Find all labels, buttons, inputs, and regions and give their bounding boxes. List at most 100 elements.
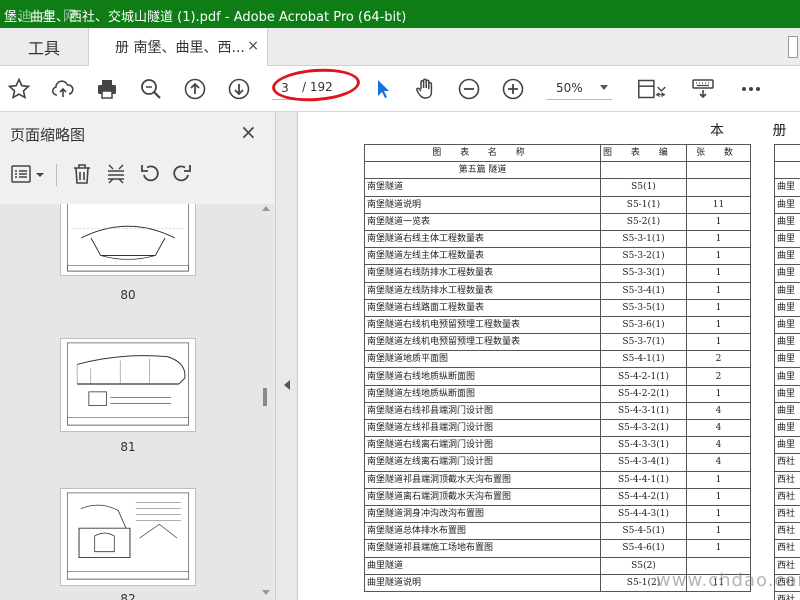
zoom-in-icon[interactable] [500,76,526,102]
table-row: 南堡隧道离石端洞顶截水天沟布置图 S5-4-4-2(1) 1 [364,487,751,506]
table-row: 西社 [774,590,800,600]
thumbnail-options-icon[interactable] [10,162,46,186]
scroll-down-arrow-icon[interactable] [262,590,270,595]
row-title: 西社 [774,470,800,489]
title-bar: 堡、曲里、西社、交城山隧道 (1).pdf - Adobe Acrobat Pr… [0,0,800,28]
table-row: 南堡隧道右线祁县端洞门设计图 S5-4-3-1(1) 4 [364,401,751,421]
extract-page-icon[interactable] [104,162,128,186]
row-count: 1 [686,522,751,541]
row-title: 南堡隧道右线离石端洞门设计图 [364,436,601,455]
table-row: 南堡隧道一览表 S5-2(1) 1 [364,212,751,231]
table-row: 南堡隧道左线祁县端洞门设计图 S5-4-3-2(1) 4 [364,418,751,438]
arrow-up-icon[interactable] [182,76,208,102]
row-code: S5-2(1) [600,212,687,231]
row-code: S5-3-7(1) [600,333,687,352]
page-thumbnail[interactable] [60,338,196,432]
scroll-up-arrow-icon[interactable] [262,206,270,211]
row-title: 曲里 [774,350,800,369]
row-title: 西社 [774,504,800,524]
row-title: 南堡隧道地质平面图 [364,350,601,369]
row-title: 曲里 [774,195,800,214]
document-view[interactable]: 本 册 目 图 表 名 称 图 表 编 号 张 数 第五篇 隧道 南堡隧道S5(… [298,112,800,600]
row-code: S5-4-2-1(1) [600,367,687,386]
thumbnail-panel: 页面缩略图 × 80 81 82 [0,112,276,600]
watermark-logo: 迪 本 网 [18,9,79,25]
print-icon[interactable] [94,76,120,102]
row-title: 西社 [774,453,800,472]
row-title: 南堡隧道洞身冲沟改沟布置图 [364,504,601,524]
table-row: 南堡隧道右线主体工程数量表 S5-3-1(1) 1 [364,229,751,249]
close-tab-button[interactable]: × [247,38,259,54]
row-code: S5-4-4-2(1) [600,487,687,506]
table-header: 图 表 编 号 [600,143,687,163]
thumbnail-page-number: 81 [120,440,136,454]
table-header: 图 表 名 称 [364,143,601,163]
rotate-left-icon[interactable] [138,162,162,186]
star-icon[interactable] [6,76,32,102]
row-count: 2 [686,350,751,369]
row-title: 南堡隧道右线祁县端洞门设计图 [364,401,601,421]
row-count: 1 [686,229,751,249]
row-title: 南堡隧道左线地质纵断面图 [364,384,601,403]
table-row: 西社 [774,504,800,524]
tab-tools[interactable]: 工具 [0,28,88,66]
page-thumbnail[interactable] [60,204,196,276]
row-title: 西社 [774,487,800,506]
panel-collapse-strip[interactable] [276,112,298,600]
row-code: S5-1(1) [600,195,687,214]
table-row: 南堡隧道右线路面工程数量表 S5-3-5(1) 1 [364,298,751,317]
page-fit-icon[interactable] [634,76,670,102]
next-page-partial-table: 曲里 曲里 曲里 曲里 曲里 曲里 曲里 曲里 曲里 曲里 曲里 曲里 曲里 曲里 曲里 曲里 西社 西社 西社 西社… [774,143,800,600]
rotate-right-icon[interactable] [170,162,194,186]
row-count: 1 [686,281,751,300]
tab-document[interactable]: 册 南堡、曲里、西... × [88,28,268,66]
row-code: S5-3-1(1) [600,229,687,249]
table-row: 曲里 [774,281,800,300]
row-count: 1 [686,247,751,266]
zoom-select[interactable]: 50% [546,78,612,100]
pointer-icon[interactable] [370,76,396,102]
row-title: 南堡隧道祁县端洞顶截水天沟布置图 [364,470,601,489]
table-row: 南堡隧道右线机电预留预埋工程数量表 S5-3-6(1) 1 [364,315,751,335]
row-title: 西社 [774,590,800,600]
thumbnail-list: 80 81 82 [0,204,258,600]
thumbnail-scrollbar[interactable] [258,204,274,600]
cloud-upload-icon[interactable] [50,76,76,102]
row-count: 1 [686,384,751,403]
row-count: 4 [686,401,751,421]
more-icon[interactable] [738,76,764,102]
table-row: 南堡隧道左线地质纵断面图 S5-4-2-2(1) 1 [364,384,751,403]
arrow-down-icon[interactable] [226,76,252,102]
window-edge-box [788,36,798,58]
row-count: 4 [686,418,751,438]
table-row: 南堡隧道右线地质纵断面图 S5-4-2-1(1) 2 [364,367,751,386]
page-thumbnail[interactable] [60,488,196,586]
scrollbar-thumb[interactable] [263,388,267,406]
row-title: 南堡隧道左线主体工程数量表 [364,247,601,266]
row-title: 南堡隧道右线机电预留预埋工程数量表 [364,315,601,335]
table-row: 曲里 [774,195,800,214]
panel-toolbar [0,152,276,196]
row-title: 西社 [774,522,800,541]
row-title: 曲里 [774,384,800,403]
row-title: 曲里 [774,247,800,266]
row-title: 南堡隧道说明 [364,195,601,214]
table-row: 曲里 [774,315,800,335]
table-row: 曲里 [774,264,800,283]
row-count: 1 [686,264,751,283]
keyboard-icon[interactable] [690,76,716,102]
row-code: S5-3-3(1) [600,264,687,283]
search-icon[interactable] [138,76,164,102]
close-panel-button[interactable]: × [240,120,257,144]
row-code: S5-4-3-3(1) [600,436,687,455]
hand-icon[interactable] [412,76,438,102]
table-row: 南堡隧道右线防排水工程数量表 S5-3-3(1) 1 [364,264,751,283]
trash-icon[interactable] [70,162,94,186]
table-row: 曲里 [774,367,800,386]
row-title: 曲里 [774,281,800,300]
row-title: 曲里 [774,333,800,352]
row-title: 南堡隧道左线祁县端洞门设计图 [364,418,601,438]
collapse-arrow-icon[interactable] [284,380,290,390]
zoom-out-icon[interactable] [456,76,482,102]
row-title: 曲里 [774,298,800,317]
